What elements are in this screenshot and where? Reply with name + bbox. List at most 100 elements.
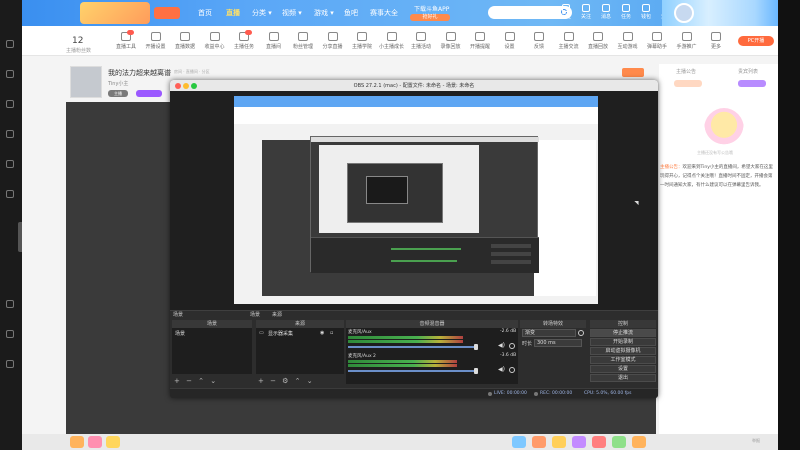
source-item[interactable]: 显示器采集 bbox=[268, 330, 293, 337]
dock-icon[interactable] bbox=[6, 330, 14, 338]
tool-15-button[interactable]: 反馈 bbox=[525, 32, 553, 50]
dock-icon[interactable] bbox=[6, 100, 14, 108]
tool-20-button[interactable]: 手游推广 bbox=[673, 32, 701, 50]
report-link[interactable]: 举报 bbox=[752, 438, 760, 444]
gear-icon[interactable] bbox=[509, 343, 515, 349]
gift-icon[interactable] bbox=[572, 436, 586, 448]
obs-titlebar[interactable]: OBS 27.2.1 (mac) - 配置文件: 未命名 - 场景: 未命名 bbox=[170, 80, 658, 91]
nav-fishbar[interactable]: 鱼吧 bbox=[344, 8, 358, 18]
tool-5-button[interactable]: 主播任务 bbox=[230, 30, 258, 50]
gift-icon[interactable] bbox=[88, 436, 102, 448]
sources-list[interactable]: ▭ 显示器采集 ◉ ▫ bbox=[256, 328, 344, 374]
scenes-controls[interactable]: + − ⌃ ⌄ bbox=[174, 377, 218, 385]
duration-label: 时长 bbox=[522, 341, 533, 347]
duration-input[interactable]: 300 ms bbox=[534, 339, 582, 347]
volume-icon[interactable]: ◀) bbox=[498, 367, 505, 373]
rec-time: REC: 00:00:00 bbox=[540, 391, 573, 396]
gift-icon[interactable] bbox=[632, 436, 646, 448]
nav-home[interactable]: 首页 bbox=[198, 8, 212, 18]
settings-button[interactable]: 设置 bbox=[590, 365, 656, 373]
scenes-list[interactable]: 场景 bbox=[172, 328, 252, 374]
start-recording-button[interactable]: 开始录制 bbox=[590, 338, 656, 346]
dock-icon[interactable] bbox=[6, 160, 14, 168]
room-owner[interactable]: Tiny小主 bbox=[108, 80, 128, 87]
dock-icon[interactable] bbox=[6, 70, 14, 78]
mascot-caption: 主播还没有写公告哦 bbox=[697, 150, 733, 155]
avatar[interactable] bbox=[674, 3, 694, 23]
nav-events[interactable]: 赛事大全 bbox=[370, 8, 398, 18]
tool-19-button[interactable]: 弹幕助手 bbox=[643, 32, 671, 50]
nav-category[interactable]: 分类 ▾ bbox=[252, 8, 272, 18]
tool-12-button[interactable]: 录像回放 bbox=[437, 32, 465, 50]
tool-16-button[interactable]: 主播交流 bbox=[555, 32, 583, 50]
tool-14-button[interactable]: 设置 bbox=[496, 32, 524, 50]
rec-dot-icon bbox=[534, 392, 538, 396]
tool-13-button[interactable]: 开播提醒 bbox=[466, 32, 494, 50]
eye-icon[interactable]: ◉ bbox=[320, 330, 324, 336]
dock-icon[interactable] bbox=[6, 40, 14, 48]
tool-18-button[interactable]: 互动游戏 bbox=[614, 32, 642, 50]
tool-8-button[interactable]: 分享直播 bbox=[319, 32, 347, 50]
room-avatar[interactable] bbox=[70, 66, 102, 98]
gift-icon[interactable] bbox=[512, 436, 526, 448]
nested-obs-deep bbox=[347, 163, 443, 223]
gift-icon[interactable] bbox=[532, 436, 546, 448]
tool-label: 录像回放 bbox=[440, 44, 461, 50]
nav-game[interactable]: 游戏 ▾ bbox=[314, 8, 334, 18]
tool-21-button[interactable]: 更多 bbox=[702, 32, 730, 50]
report-button[interactable] bbox=[622, 68, 644, 77]
gift-icon[interactable] bbox=[552, 436, 566, 448]
volume-icon[interactable]: ◀) bbox=[498, 343, 505, 349]
volume-slider[interactable] bbox=[474, 344, 478, 350]
audio-meter bbox=[348, 340, 463, 343]
exit-button[interactable]: 退出 bbox=[590, 374, 656, 382]
tool-10-button[interactable]: 小主播成长 bbox=[378, 32, 406, 50]
tab-sources[interactable]: 来源 bbox=[272, 311, 282, 318]
obs-preview[interactable] bbox=[170, 91, 658, 310]
tool-7-icon bbox=[298, 32, 308, 41]
room-meta: 房间 · 直播间 · 分区 bbox=[174, 69, 210, 74]
scene-item[interactable]: 场景 bbox=[175, 330, 185, 337]
monitor-icon: ▭ bbox=[259, 330, 264, 336]
tool-11-button[interactable]: 主播活动 bbox=[407, 32, 435, 50]
virtual-camera-button[interactable]: 启动虚拟摄像机 bbox=[590, 347, 656, 355]
volume-slider[interactable] bbox=[474, 368, 478, 374]
nav-video[interactable]: 视频 ▾ bbox=[282, 8, 302, 18]
tool-label: 主播交流 bbox=[558, 44, 579, 50]
download-app-link[interactable]: 下载斗鱼APP bbox=[414, 4, 449, 13]
gift-icon[interactable] bbox=[70, 436, 84, 448]
notification-dot bbox=[245, 30, 252, 35]
gift-icon[interactable] bbox=[592, 436, 606, 448]
stop-streaming-button[interactable]: 停止推流 bbox=[590, 329, 656, 337]
dock-icon[interactable] bbox=[6, 130, 14, 138]
gift-icon[interactable] bbox=[612, 436, 626, 448]
gift-icon[interactable] bbox=[106, 436, 120, 448]
tool-7-button[interactable]: 粉丝管理 bbox=[289, 32, 317, 50]
volume-slider-track[interactable] bbox=[348, 370, 478, 372]
tab-notice[interactable]: 主播公告 bbox=[676, 68, 696, 75]
dock-icon[interactable] bbox=[6, 360, 14, 368]
tab-scenes[interactable]: 场景 bbox=[250, 311, 260, 318]
tool-3-button[interactable]: 直播数据 bbox=[171, 32, 199, 50]
fans-count: 12 bbox=[72, 36, 84, 46]
nav-live[interactable]: 直播 bbox=[226, 8, 240, 18]
gear-icon[interactable] bbox=[578, 330, 584, 336]
lock-icon[interactable]: ▫ bbox=[330, 330, 333, 336]
tool-17-button[interactable]: 直播回放 bbox=[584, 32, 612, 50]
tool-2-button[interactable]: 开播设置 bbox=[142, 32, 170, 50]
tool-9-button[interactable]: 主播学院 bbox=[348, 32, 376, 50]
tab-vip[interactable]: 贵宾列表 bbox=[738, 68, 758, 75]
sources-controls[interactable]: + − ⚙ ⌃ ⌄ bbox=[258, 377, 315, 385]
site-logo[interactable] bbox=[80, 2, 150, 24]
pc-live-button[interactable]: PC开播 bbox=[738, 36, 774, 46]
studio-mode-button[interactable]: 工作室模式 bbox=[590, 356, 656, 364]
tool-6-button[interactable]: 直播间 bbox=[260, 32, 288, 50]
tool-8-icon bbox=[327, 32, 338, 41]
gear-icon[interactable] bbox=[509, 367, 515, 373]
transition-select[interactable]: 渐变 bbox=[522, 329, 576, 337]
dock-icon[interactable] bbox=[6, 300, 14, 308]
volume-slider-track[interactable] bbox=[348, 346, 478, 348]
dock-icon[interactable] bbox=[6, 190, 14, 198]
tool-1-button[interactable]: 直播工具 bbox=[112, 30, 140, 50]
tool-4-button[interactable]: 收益中心 bbox=[201, 32, 229, 50]
